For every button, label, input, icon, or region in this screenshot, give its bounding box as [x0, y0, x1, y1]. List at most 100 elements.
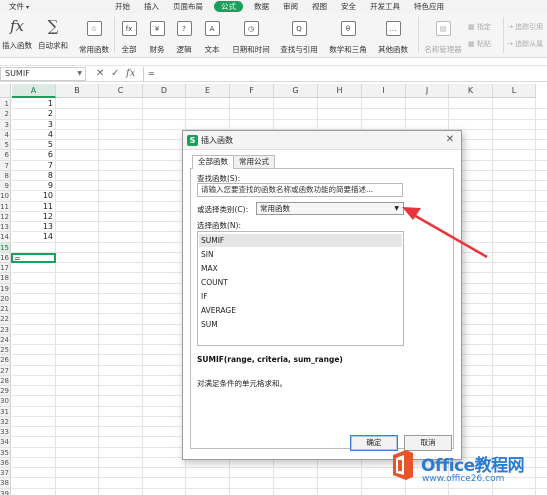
row-header-37[interactable]: 37	[0, 468, 11, 479]
more-functions-button[interactable]: … 其他函数	[373, 15, 413, 55]
cell-a7[interactable]: 7	[12, 161, 55, 171]
menu-insert[interactable]: 插入	[137, 0, 166, 13]
cell-a13[interactable]: 13	[12, 222, 55, 232]
column-header-l[interactable]: L	[493, 84, 536, 98]
lookup-reference-button[interactable]: Q 查找与引用	[276, 15, 322, 55]
cell-a14[interactable]: 14	[12, 232, 55, 242]
row-header-38[interactable]: 38	[0, 478, 11, 489]
row-header-27[interactable]: 27	[0, 365, 11, 376]
fx-icon[interactable]: fx	[126, 68, 135, 80]
column-header-g[interactable]: G	[274, 84, 318, 98]
row-header-34[interactable]: 34	[0, 437, 11, 448]
menu-home[interactable]: 开始	[108, 0, 137, 13]
row-header-21[interactable]: 21	[0, 304, 11, 315]
row-header-22[interactable]: 22	[0, 314, 11, 325]
menu-security[interactable]: 安全	[334, 0, 363, 13]
menu-review[interactable]: 审阅	[276, 0, 305, 13]
cell-a12[interactable]: 12	[12, 212, 55, 222]
column-header-j[interactable]: J	[406, 84, 449, 98]
cancel-icon[interactable]: ✕	[96, 68, 104, 80]
select-all-corner[interactable]	[0, 84, 11, 98]
cell-a8[interactable]: 8	[12, 171, 55, 181]
math-trig-button[interactable]: θ 数学和三角	[325, 15, 371, 55]
row-header-19[interactable]: 19	[0, 283, 11, 294]
column-header-a[interactable]: A	[12, 84, 56, 98]
function-item-sin[interactable]: SIN	[199, 248, 402, 261]
define-name-button[interactable]: ▦ 指定	[468, 22, 491, 32]
cell-a2[interactable]: 2	[12, 109, 55, 119]
text-button[interactable]: A 文本	[200, 15, 224, 55]
name-manager-button[interactable]: ▤ 名称管理器	[421, 15, 465, 55]
row-header-28[interactable]: 28	[0, 375, 11, 386]
row-header-4[interactable]: 4	[0, 129, 11, 140]
common-functions-button[interactable]: ☆ 常用函数	[77, 15, 111, 55]
cell-a4[interactable]: 4	[12, 130, 55, 140]
row-header-29[interactable]: 29	[0, 386, 11, 397]
row-header-5[interactable]: 5	[0, 140, 11, 151]
row-header-35[interactable]: 35	[0, 447, 11, 458]
row-header-30[interactable]: 30	[0, 396, 11, 407]
column-header-b[interactable]: B	[56, 84, 99, 98]
tab-common-formulas[interactable]: 常用公式	[233, 155, 275, 168]
menu-special[interactable]: 特色应用	[407, 0, 451, 13]
row-header-20[interactable]: 20	[0, 293, 11, 304]
active-cell[interactable]: =	[11, 253, 56, 263]
close-icon[interactable]: ✕	[440, 132, 460, 148]
insert-function-button[interactable]: fx 插入函数	[0, 15, 34, 51]
trace-precedents-button[interactable]: ⇢ 追踪引用	[507, 22, 543, 32]
financial-button[interactable]: ¥ 财务	[145, 15, 169, 55]
cell-a9[interactable]: 9	[12, 181, 55, 191]
row-header-31[interactable]: 31	[0, 406, 11, 417]
cell-a5[interactable]: 5	[12, 140, 55, 150]
autosum-button[interactable]: ∑ 自动求和	[35, 15, 71, 51]
row-header-7[interactable]: 7	[0, 160, 11, 171]
trace-dependents-button[interactable]: ⇢ 追踪从属	[507, 39, 543, 49]
row-header-33[interactable]: 33	[0, 427, 11, 438]
cell-a11[interactable]: 11	[12, 202, 55, 212]
menu-data[interactable]: 数据	[247, 0, 276, 13]
formula-input[interactable]: =	[143, 67, 547, 81]
dialog-title-bar[interactable]: S 插入函数 ✕	[183, 131, 461, 150]
all-functions-button[interactable]: fx 全部	[117, 15, 141, 55]
row-header-25[interactable]: 25	[0, 345, 11, 356]
row-header-10[interactable]: 10	[0, 191, 11, 202]
function-item-if[interactable]: IF	[199, 290, 402, 303]
row-header-39[interactable]: 39	[0, 488, 11, 495]
column-header-d[interactable]: D	[143, 84, 186, 98]
date-time-button[interactable]: ◷ 日期和时间	[228, 15, 274, 55]
menu-formulas[interactable]: 公式	[214, 1, 244, 12]
row-header-14[interactable]: 14	[0, 232, 11, 243]
menu-developer[interactable]: 开发工具	[363, 0, 407, 13]
function-item-average[interactable]: AVERAGE	[199, 304, 402, 317]
cell-a10[interactable]: 10	[12, 191, 55, 201]
cell-a1[interactable]: 1	[12, 99, 55, 109]
column-header-c[interactable]: C	[99, 84, 143, 98]
column-header-k[interactable]: K	[449, 84, 493, 98]
function-item-sumif[interactable]: SUMIF	[199, 234, 402, 247]
row-header-24[interactable]: 24	[0, 334, 11, 345]
column-header-e[interactable]: E	[186, 84, 230, 98]
row-header-8[interactable]: 8	[0, 170, 11, 181]
chevron-down-icon[interactable]: ▼	[77, 68, 82, 80]
row-header-32[interactable]: 32	[0, 416, 11, 427]
row-header-2[interactable]: 2	[0, 109, 11, 120]
row-header-13[interactable]: 13	[0, 222, 11, 233]
function-list[interactable]: SUMIF SIN MAX COUNT IF AVERAGE SUM	[197, 231, 404, 346]
menu-view[interactable]: 视图	[305, 0, 334, 13]
paste-name-button[interactable]: ▦ 粘贴	[468, 39, 491, 49]
enter-icon[interactable]: ✓	[111, 68, 119, 80]
function-item-sum[interactable]: SUM	[199, 318, 402, 331]
tab-all-functions[interactable]: 全部函数	[192, 155, 234, 169]
row-header-16[interactable]: 16	[0, 252, 11, 263]
row-header-11[interactable]: 11	[0, 201, 11, 212]
row-header-17[interactable]: 17	[0, 263, 11, 274]
column-header-h[interactable]: H	[318, 84, 362, 98]
column-header-f[interactable]: F	[230, 84, 274, 98]
search-input[interactable]: 请输入您要查找的函数名称或函数功能的简要描述...	[197, 183, 403, 197]
row-header-6[interactable]: 6	[0, 150, 11, 161]
row-header-9[interactable]: 9	[0, 181, 11, 192]
logical-button[interactable]: ? 逻辑	[172, 15, 196, 55]
cell-a3[interactable]: 3	[12, 120, 55, 130]
row-header-3[interactable]: 3	[0, 119, 11, 130]
row-header-26[interactable]: 26	[0, 355, 11, 366]
